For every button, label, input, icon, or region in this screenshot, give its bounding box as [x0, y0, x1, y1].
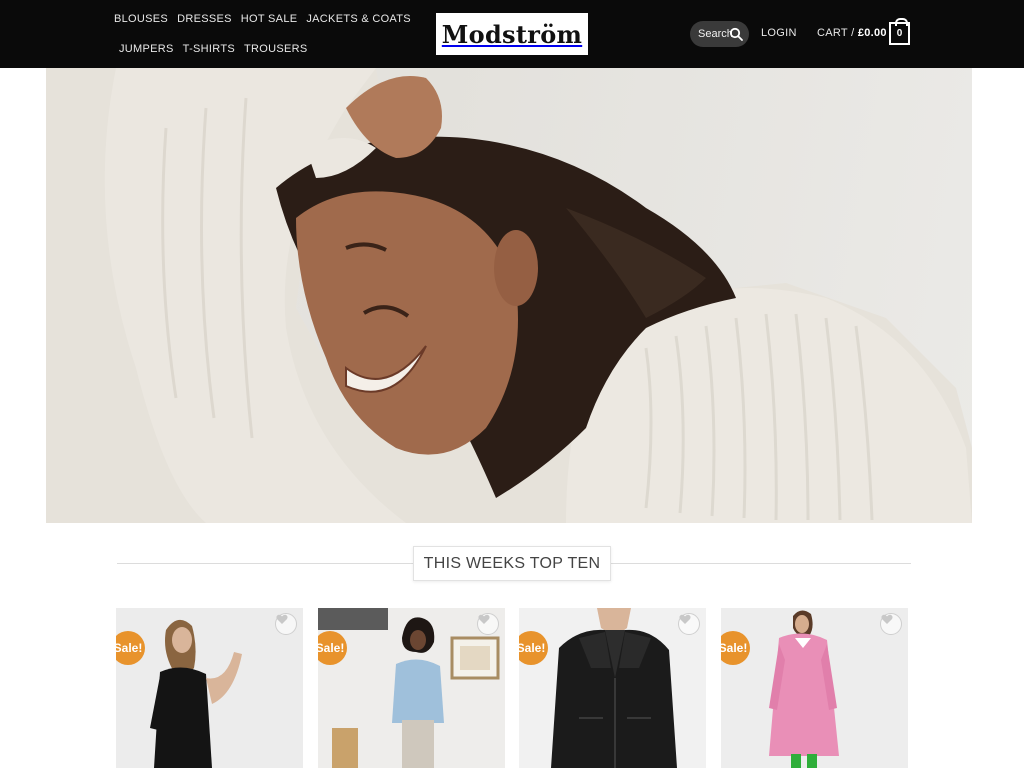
cart-count: 0 — [896, 28, 903, 39]
heart-icon — [881, 614, 893, 624]
product-card-1[interactable]: Sale! — [116, 608, 303, 768]
main-nav: BLOUSES DRESSES HOT SALE JACKETS & COATS… — [110, 4, 411, 64]
nav-item-jumpers[interactable]: JUMPERS — [119, 43, 174, 55]
section-title: THIS WEEKS TOP TEN — [413, 546, 611, 581]
hero-banner[interactable] — [46, 68, 972, 523]
nav-item-dresses[interactable]: DRESSES — [177, 13, 232, 25]
product-image-woman-black-dress — [116, 608, 303, 768]
nav-item-blouses[interactable]: BLOUSES — [114, 13, 168, 25]
product-image-woman-pink-coat — [721, 608, 908, 768]
cart-bag-icon[interactable]: 0 — [889, 18, 910, 45]
heart-icon — [478, 614, 490, 624]
nav-item-trousers[interactable]: TROUSERS — [244, 43, 308, 55]
nav-item-t-shirts[interactable]: T-SHIRTS — [183, 43, 235, 55]
section-title-text: THIS WEEKS TOP TEN — [423, 554, 601, 572]
product-card-2[interactable]: Sale! — [318, 608, 505, 768]
product-card-3[interactable]: Sale! — [519, 608, 706, 768]
product-image-black-leather-jacket — [519, 608, 706, 768]
heart-icon — [276, 614, 288, 624]
search-label: Search — [698, 28, 732, 40]
wishlist-button[interactable] — [477, 613, 499, 635]
nav-row-2: JUMPERS T-SHIRTS TROUSERS — [110, 34, 410, 64]
cart-label: CART / — [817, 27, 855, 39]
nav-row-1: BLOUSES DRESSES HOT SALE JACKETS & COATS — [110, 4, 411, 34]
search-icon — [729, 27, 743, 41]
section-divider-right — [611, 563, 911, 564]
cart-total: £0.00 — [857, 27, 887, 39]
cart-link[interactable]: CART / £0.00 — [817, 27, 887, 39]
logo-text: Modström — [441, 19, 583, 49]
wishlist-button[interactable] — [880, 613, 902, 635]
site-header: BLOUSES DRESSES HOT SALE JACKETS & COATS… — [0, 0, 1024, 68]
heart-icon — [679, 614, 691, 624]
wishlist-button[interactable] — [678, 613, 700, 635]
hero-image — [46, 68, 972, 523]
nav-item-hot-sale[interactable]: HOT SALE — [241, 13, 298, 25]
site-logo[interactable]: Modström — [436, 13, 588, 55]
login-link[interactable]: LOGIN — [761, 27, 797, 39]
wishlist-button[interactable] — [275, 613, 297, 635]
nav-item-jackets-coats[interactable]: JACKETS & COATS — [306, 13, 411, 25]
product-image-woman-light-blue-blazer — [318, 608, 505, 768]
search-button[interactable]: Search — [690, 21, 749, 47]
product-card-4[interactable]: Sale! — [721, 608, 908, 768]
section-divider-left — [117, 563, 413, 564]
